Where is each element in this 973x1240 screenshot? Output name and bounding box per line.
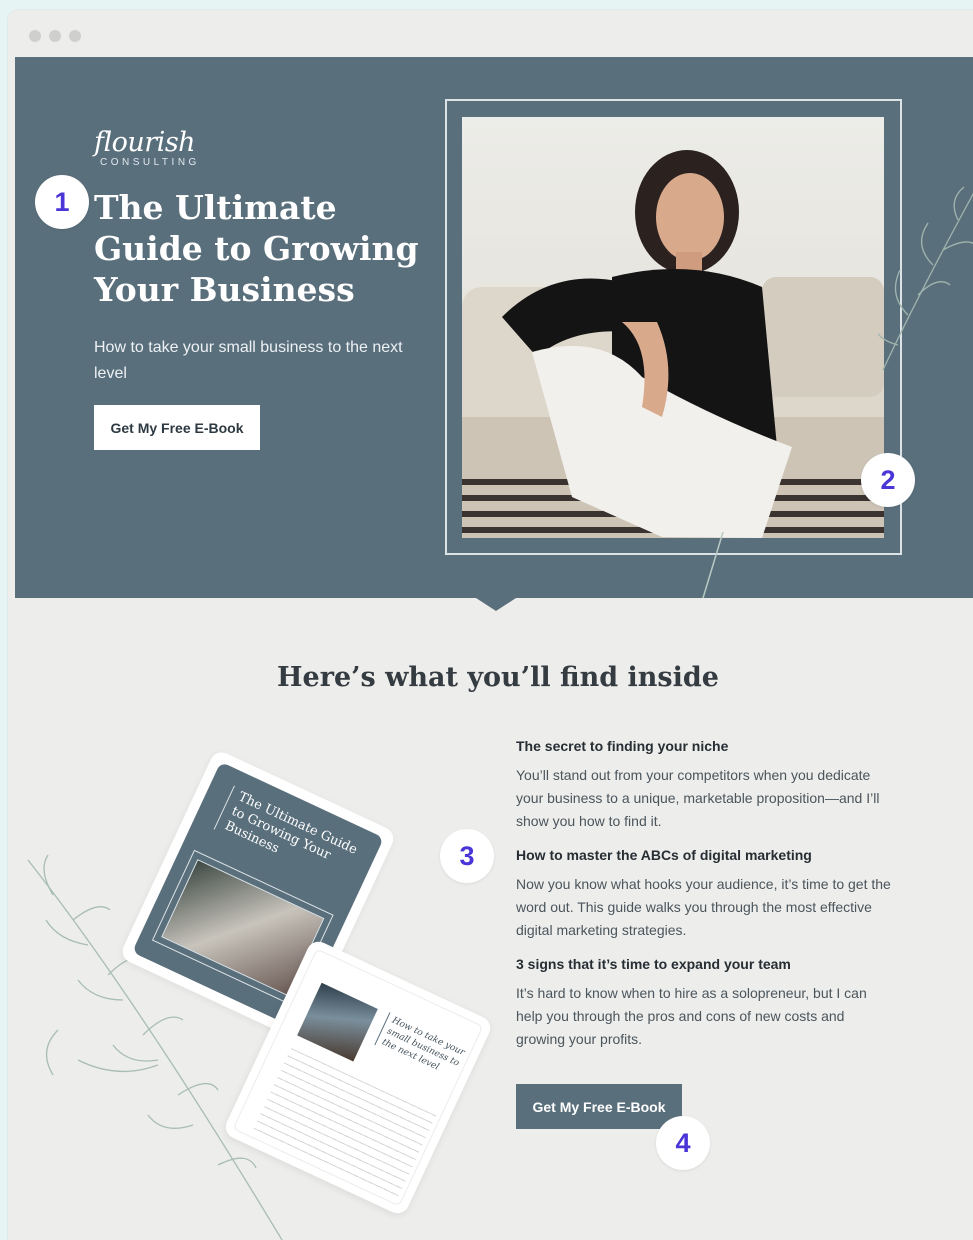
annotation-badge-1: 1 xyxy=(35,175,89,229)
browser-chrome xyxy=(8,10,973,57)
browser-window: flourish CONSULTING The Ultimate Guide t… xyxy=(8,10,973,1240)
hero-photo xyxy=(462,117,884,538)
window-dot-icon xyxy=(69,30,81,42)
item-body: You’ll stand out from your competitors w… xyxy=(516,767,880,829)
inside-items-list: The secret to finding your niche You’ll … xyxy=(516,738,891,1065)
ebook-page-photo xyxy=(297,982,378,1062)
item-body: It’s hard to know when to hire as a solo… xyxy=(516,985,867,1047)
annotation-badge-2: 2 xyxy=(861,453,915,507)
window-dot-icon xyxy=(49,30,61,42)
hero-pointer xyxy=(476,598,516,611)
hero-subtitle: How to take your small business to the n… xyxy=(94,339,403,382)
hero-title: The Ultimate Guide to Growing Your Busin… xyxy=(94,188,419,309)
inside-ebook-button[interactable]: Get My Free E-Book xyxy=(516,1084,682,1129)
window-dot-icon xyxy=(29,30,41,42)
ebook-page-text: How to take your small business to the n… xyxy=(374,1012,472,1083)
annotation-badge-3: 3 xyxy=(440,829,494,883)
logo-subtitle: CONSULTING xyxy=(100,157,200,168)
branch-stem-icon xyxy=(702,531,724,599)
ebook-cover-title: The Ultimate Guide to Growing Your Busin… xyxy=(213,785,370,893)
item-heading: 3 signs that it’s time to expand your te… xyxy=(516,956,791,972)
list-item: 3 signs that it’s time to expand your te… xyxy=(516,956,891,1051)
list-item: How to master the ABCs of digital market… xyxy=(516,847,891,942)
olive-branch-icon xyxy=(878,186,973,371)
list-item: The secret to finding your niche You’ll … xyxy=(516,738,891,833)
logo-wordmark: flourish xyxy=(94,127,196,158)
annotation-badge-4: 4 xyxy=(656,1116,710,1170)
item-heading: How to master the ABCs of digital market… xyxy=(516,847,812,863)
inside-section-title: Here’s what you’ll find inside xyxy=(277,662,719,693)
item-body: Now you know what hooks your audience, i… xyxy=(516,876,891,938)
hero-ebook-button[interactable]: Get My Free E-Book xyxy=(94,405,260,450)
woman-on-sofa-illustration xyxy=(462,150,884,538)
item-heading: The secret to finding your niche xyxy=(516,738,729,754)
